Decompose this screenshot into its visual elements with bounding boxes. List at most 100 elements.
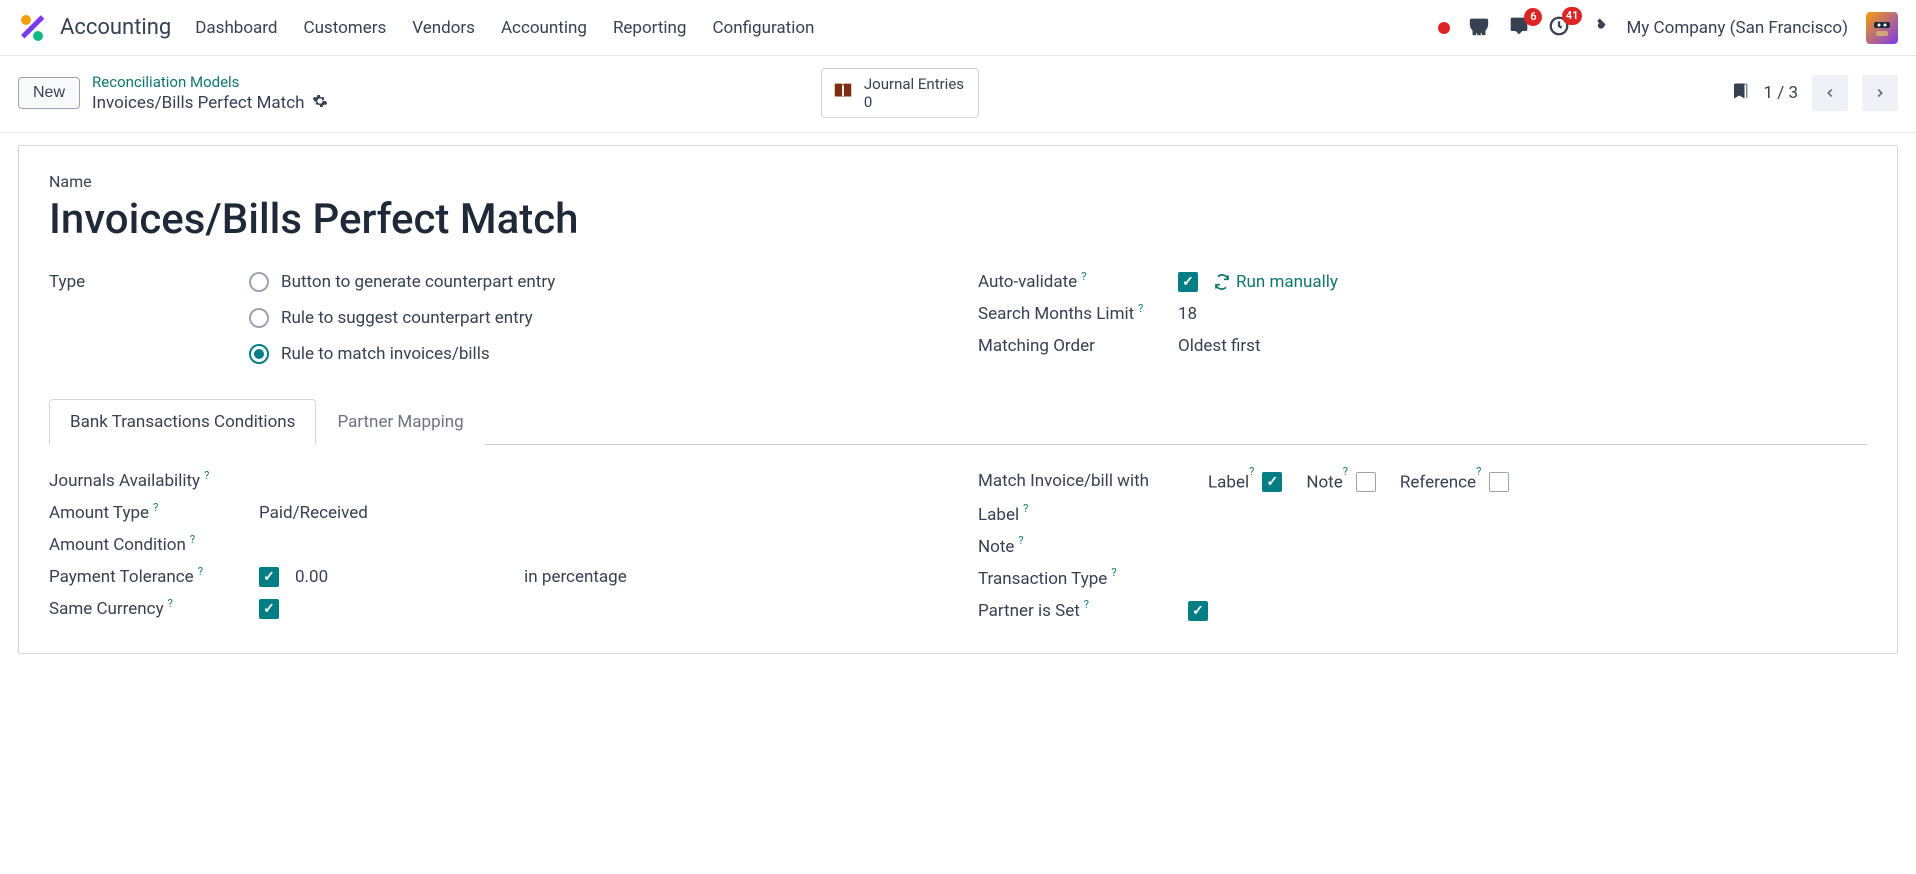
partner-set-checkbox[interactable] (1188, 601, 1208, 621)
breadcrumb-parent[interactable]: Reconciliation Models (92, 73, 328, 91)
note-filter-label: Note? (978, 537, 1188, 557)
help-icon[interactable]: ? (1111, 566, 1116, 579)
amount-type-value[interactable]: Paid/Received (259, 503, 368, 523)
tab-left-column: Journals Availability? Amount Type? Paid… (49, 465, 938, 627)
journal-entries-stat[interactable]: Journal Entries 0 (821, 68, 979, 118)
partner-set-label: Partner is Set? (978, 601, 1188, 621)
bookmark-icon[interactable] (1731, 80, 1749, 106)
left-column: Type Button to generate counterpart entr… (49, 266, 938, 370)
help-icon[interactable]: ? (190, 533, 195, 546)
type-option-button[interactable]: Button to generate counterpart entry (249, 272, 555, 292)
nav-configuration[interactable]: Configuration (712, 18, 814, 38)
breadcrumb-current: Invoices/Bills Perfect Match (92, 93, 328, 114)
messages-badge: 6 (1524, 8, 1542, 26)
tab-right-column: Match Invoice/bill with Label? Note? Ref… (978, 465, 1867, 627)
gear-icon[interactable] (312, 93, 328, 114)
activities-badge: 41 (1562, 7, 1583, 25)
app-title[interactable]: Accounting (60, 15, 171, 40)
tab-body: Journals Availability? Amount Type? Paid… (49, 445, 1867, 627)
match-reference-text: Reference? (1400, 471, 1481, 493)
auto-validate-label: Auto-validate? (978, 272, 1178, 292)
help-icon[interactable]: ? (198, 565, 203, 578)
top-navbar: Accounting Dashboard Customers Vendors A… (0, 0, 1916, 56)
breadcrumb-current-text: Invoices/Bills Perfect Match (92, 93, 304, 113)
nav-reporting[interactable]: Reporting (613, 18, 687, 38)
type-option-match[interactable]: Rule to match invoices/bills (249, 344, 555, 364)
stat-count: 0 (864, 93, 964, 111)
match-reference-checkbox[interactable] (1489, 472, 1509, 492)
match-label-checkbox[interactable] (1262, 472, 1282, 492)
type-label: Type (49, 272, 249, 292)
nav-dashboard[interactable]: Dashboard (195, 18, 277, 38)
record-title[interactable]: Invoices/Bills Perfect Match (49, 195, 1867, 244)
journals-label: Journals Availability? (49, 471, 259, 491)
help-icon[interactable]: ? (1081, 270, 1086, 283)
help-icon[interactable]: ? (1476, 465, 1481, 478)
book-icon (832, 80, 854, 106)
match-note-text: Note? (1306, 471, 1348, 493)
months-value[interactable]: 18 (1178, 304, 1197, 324)
help-icon[interactable]: ? (153, 501, 158, 514)
app-logo[interactable] (18, 14, 46, 42)
new-button[interactable]: New (18, 77, 80, 109)
help-icon[interactable]: ? (1023, 502, 1028, 515)
amount-condition-label: Amount Condition? (49, 535, 259, 555)
tools-icon[interactable] (1588, 16, 1608, 40)
pager: 1 / 3 (1731, 75, 1898, 111)
type-radio-group: Button to generate counterpart entry Rul… (249, 272, 555, 364)
nav-vendors[interactable]: Vendors (412, 18, 475, 38)
amount-type-label: Amount Type? (49, 503, 259, 523)
tabs: Bank Transactions Conditions Partner Map… (49, 398, 1867, 445)
match-label-text: Label? (1208, 471, 1254, 493)
control-bar: New Reconciliation Models Invoices/Bills… (0, 56, 1916, 133)
auto-validate-checkbox[interactable] (1178, 272, 1198, 292)
type-option-button-label: Button to generate counterpart entry (281, 272, 555, 292)
stat-title: Journal Entries (864, 75, 964, 93)
type-option-suggest[interactable]: Rule to suggest counterpart entry (249, 308, 555, 328)
pager-text[interactable]: 1 / 3 (1763, 83, 1798, 103)
help-icon[interactable]: ? (168, 597, 173, 610)
right-column: Auto-validate? Run manually Search Month… (978, 266, 1867, 370)
main-menu: Dashboard Customers Vendors Accounting R… (195, 18, 1438, 38)
activities-icon[interactable]: 41 (1548, 15, 1570, 41)
label-filter-label: Label? (978, 505, 1188, 525)
match-with-label: Match Invoice/bill with (978, 471, 1208, 491)
topbar-right: 6 41 My Company (San Francisco) (1438, 12, 1898, 44)
payment-tolerance-unit[interactable]: in percentage (524, 567, 627, 587)
nav-customers[interactable]: Customers (304, 18, 387, 38)
run-manually-label: Run manually (1236, 272, 1338, 292)
voip-icon[interactable] (1468, 15, 1490, 41)
pager-next[interactable] (1862, 75, 1898, 111)
company-switcher[interactable]: My Company (San Francisco) (1626, 18, 1848, 38)
form-sheet: Name Invoices/Bills Perfect Match Type B… (18, 145, 1898, 654)
type-option-suggest-label: Rule to suggest counterpart entry (281, 308, 533, 328)
matching-order-label: Matching Order (978, 336, 1178, 356)
tab-partner-mapping[interactable]: Partner Mapping (316, 399, 484, 445)
payment-tolerance-label: Payment Tolerance? (49, 567, 259, 587)
help-icon[interactable]: ? (1138, 302, 1143, 315)
match-note-checkbox[interactable] (1356, 472, 1376, 492)
payment-tolerance-value[interactable]: 0.00 (295, 567, 328, 587)
type-option-match-label: Rule to match invoices/bills (281, 344, 490, 364)
months-label: Search Months Limit? (978, 304, 1178, 324)
same-currency-checkbox[interactable] (259, 599, 279, 619)
breadcrumb: Reconciliation Models Invoices/Bills Per… (92, 73, 328, 114)
pager-prev[interactable] (1812, 75, 1848, 111)
recording-indicator[interactable] (1438, 22, 1450, 34)
help-icon[interactable]: ? (1018, 534, 1023, 547)
matching-order-value[interactable]: Oldest first (1178, 336, 1261, 356)
form-container: Name Invoices/Bills Perfect Match Type B… (0, 133, 1916, 654)
transaction-type-label: Transaction Type? (978, 569, 1188, 589)
help-icon[interactable]: ? (1343, 465, 1348, 478)
help-icon[interactable]: ? (1084, 598, 1089, 611)
name-label: Name (49, 172, 1867, 191)
help-icon[interactable]: ? (1249, 465, 1254, 478)
help-icon[interactable]: ? (204, 469, 209, 482)
tab-bank-conditions[interactable]: Bank Transactions Conditions (49, 399, 316, 445)
user-avatar[interactable] (1866, 12, 1898, 44)
run-manually-button[interactable]: Run manually (1214, 272, 1338, 292)
nav-accounting[interactable]: Accounting (501, 18, 587, 38)
messages-icon[interactable]: 6 (1508, 16, 1530, 40)
same-currency-label: Same Currency? (49, 599, 259, 619)
payment-tolerance-checkbox[interactable] (259, 567, 279, 587)
